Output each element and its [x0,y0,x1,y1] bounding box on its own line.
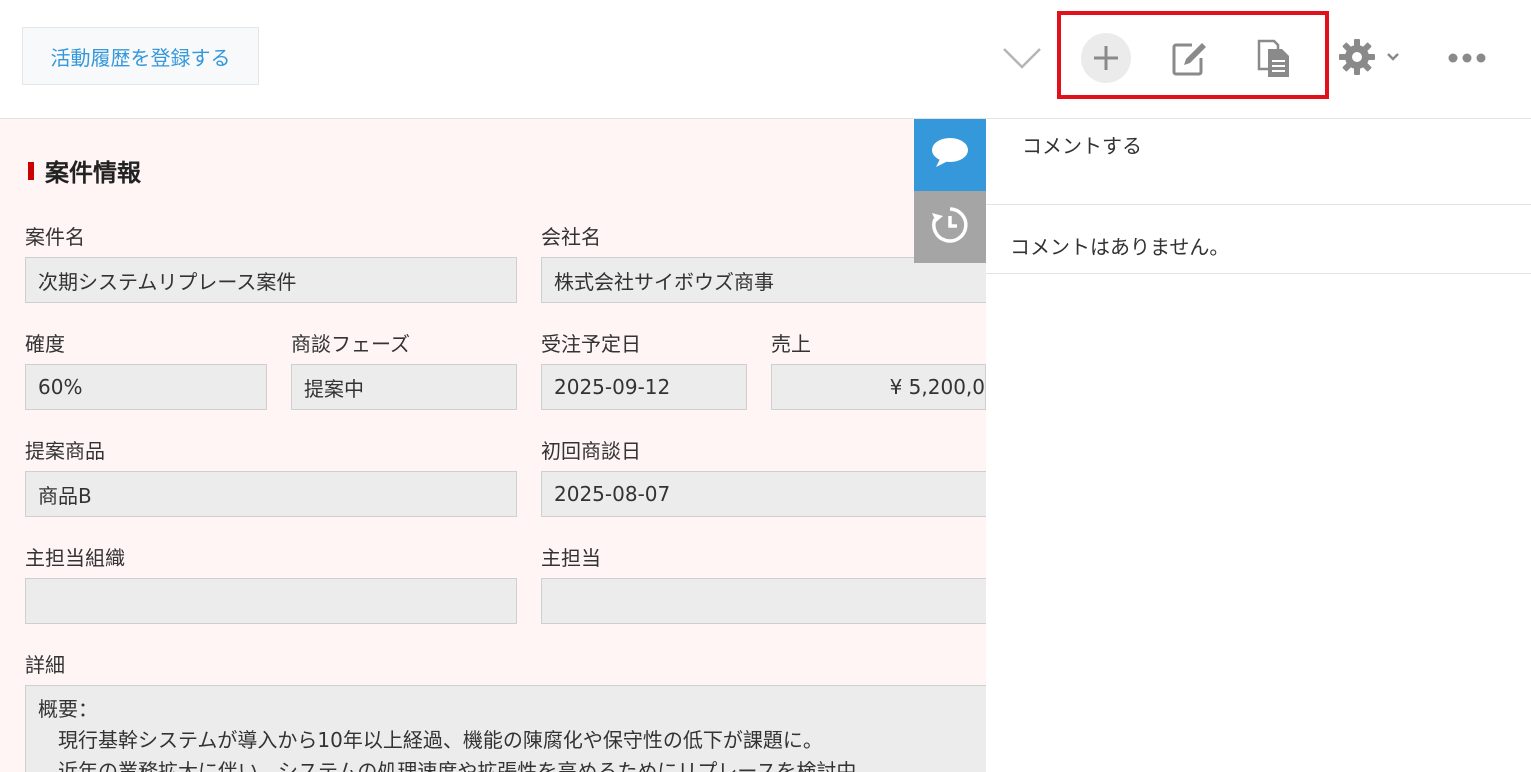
chevron-down-icon[interactable] [1384,48,1402,66]
detail-line: 概要： [38,697,98,721]
more-horizontal-icon[interactable] [1440,40,1494,76]
detail-label: 詳細 [25,653,65,677]
order-date-label: 受注予定日 [541,332,641,356]
history-clock-icon [930,205,970,249]
owner-field [541,578,986,624]
comment-input[interactable]: コメントする [986,119,1531,205]
first-meeting-label: 初回商談日 [541,439,641,463]
order-date-field: 2025-09-12 [541,364,747,410]
first-meeting-field: 2025-08-07 [541,471,986,517]
section-title-text: 案件情報 [45,159,141,187]
history-tab[interactable] [914,191,986,263]
detail-field: 概要： 現行基幹システムが導入から10年以上経過、機能の陳腐化や保守性の低下が課… [25,685,986,772]
comment-panel: コメントする コメントはありません。 [986,119,1531,772]
org-field [25,578,517,624]
detail-line: 現行基幹システムが導入から10年以上経過、機能の陳腐化や保守性の低下が課題に。 [38,728,823,752]
product-label: 提案商品 [25,439,105,463]
no-comments-message: コメントはありません。 [986,206,1531,274]
case-name-field: 次期システムリプレース案件 [25,257,517,303]
phase-field: 提案中 [291,364,517,410]
section-title: 案件情報 [28,153,141,188]
company-field: 株式会社サイボウズ商事 [541,257,986,303]
record-header: 活動履歴を登録する [0,0,1531,119]
section-marker [28,161,34,180]
case-name-label: 案件名 [25,225,85,249]
probability-label: 確度 [25,332,65,356]
edit-icon[interactable] [1166,36,1212,82]
sales-label: 売上 [771,332,811,356]
comments-tab[interactable] [914,119,986,191]
company-label: 会社名 [541,225,601,249]
product-field: 商品B [25,471,517,517]
owner-label: 主担当 [541,546,601,570]
chevron-down-icon[interactable] [1000,38,1044,78]
gear-icon[interactable] [1334,34,1380,80]
plus-icon[interactable] [1081,33,1131,83]
speech-bubble-icon [930,135,970,175]
sales-field: ¥ 5,200,0 [771,364,986,410]
register-activity-button[interactable]: 活動履歴を登録する [22,27,259,85]
record-detail-panel: 案件情報 案件名 次期システムリプレース案件 会社名 株式会社サイボウズ商事 確… [0,119,986,772]
phase-label: 商談フェーズ [291,332,410,356]
copy-document-icon[interactable] [1251,36,1297,82]
probability-field: 60% [25,364,267,410]
org-label: 主担当組織 [25,546,125,570]
detail-line: 近年の業務拡大に伴い、システムの処理速度や拡張性を高めるためにリプレースを検討中… [38,759,877,772]
